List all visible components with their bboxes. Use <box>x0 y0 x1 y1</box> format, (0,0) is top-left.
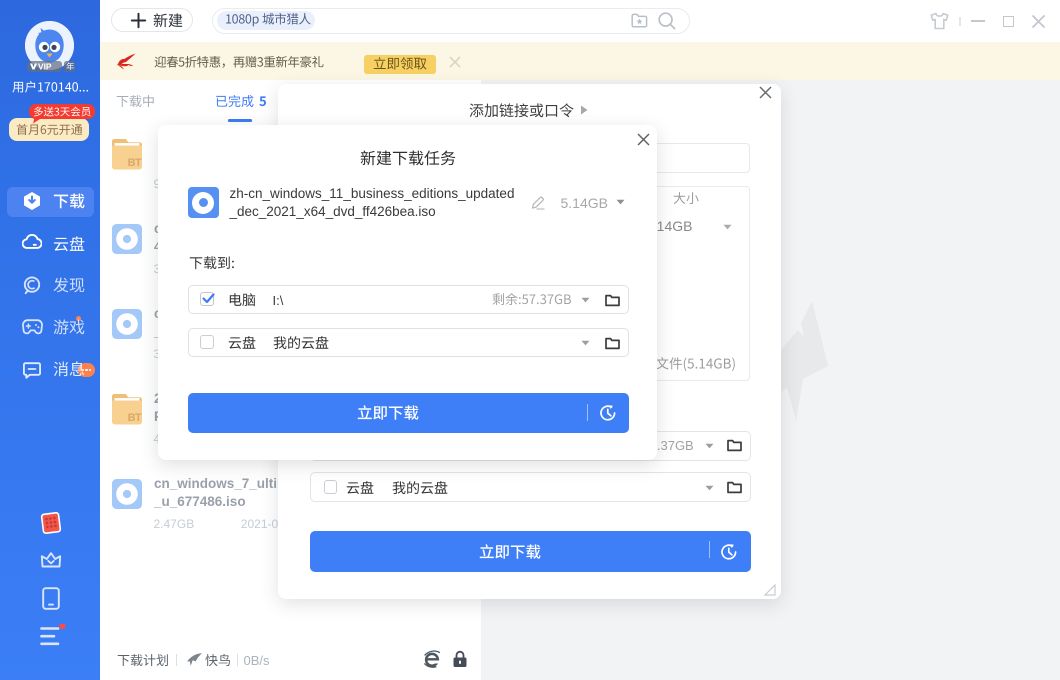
svg-text:BT: BT <box>128 157 142 169</box>
svg-text:VIP: VIP <box>38 62 52 71</box>
svg-text:BT: BT <box>128 412 142 424</box>
